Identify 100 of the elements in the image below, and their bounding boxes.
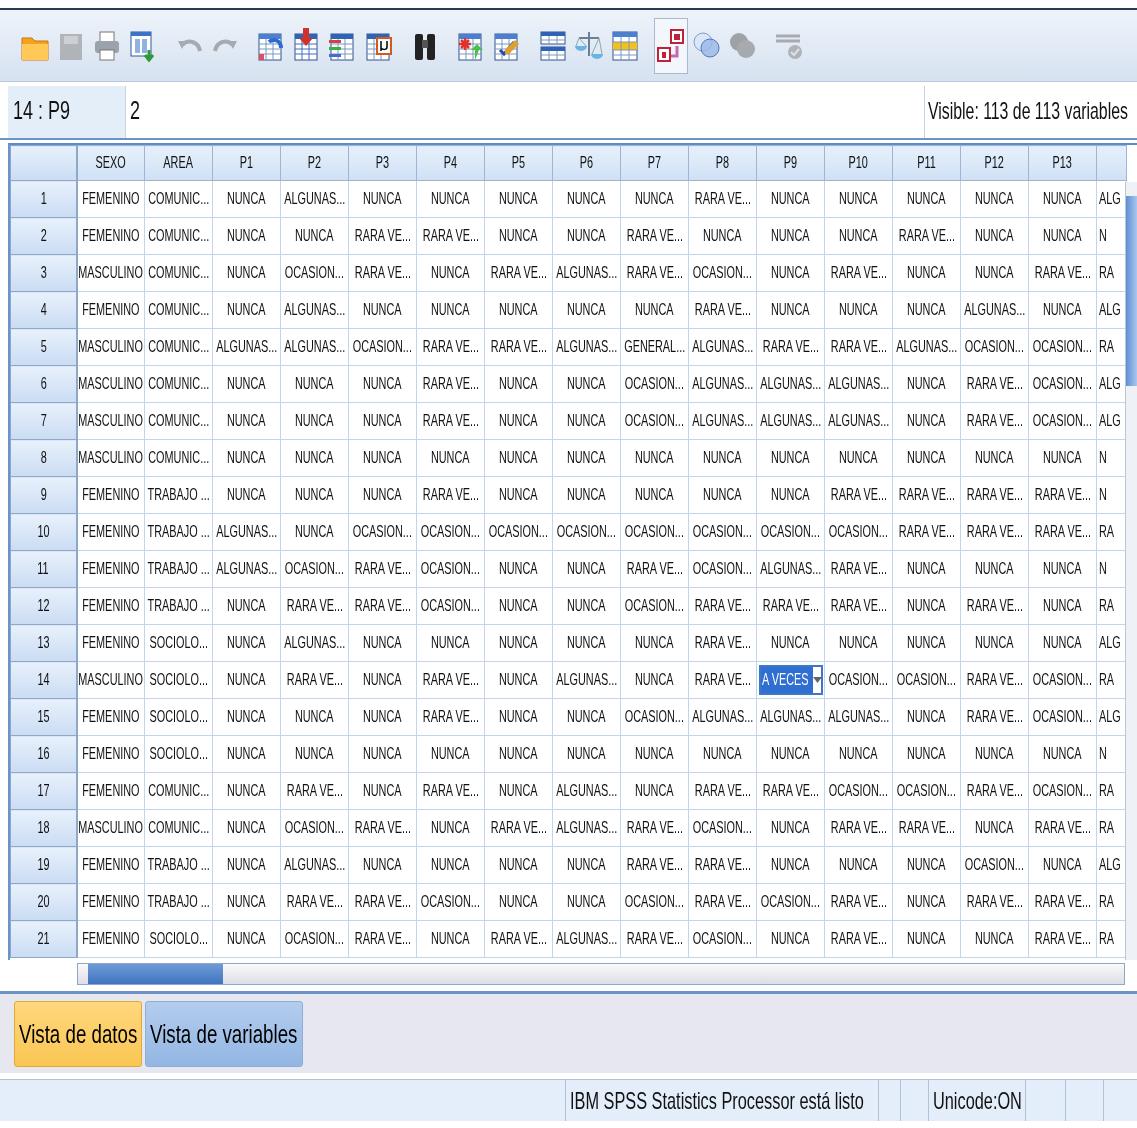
table-cell[interactable]: OCASION... bbox=[280, 254, 349, 292]
table-cell[interactable]: FEMENINO bbox=[76, 291, 145, 329]
table-cell[interactable]: NUNCA bbox=[688, 735, 757, 773]
cell-dropdown-editor[interactable]: A VECES bbox=[758, 665, 823, 695]
table-cell[interactable]: ALGUNAS... bbox=[688, 328, 757, 366]
table-cell[interactable]: NUNCA bbox=[484, 550, 553, 588]
table-cell[interactable]: FEMENINO bbox=[76, 735, 145, 773]
table-cell[interactable]: NUNCA bbox=[960, 920, 1029, 958]
table-cell[interactable]: RARA VE... bbox=[348, 254, 417, 292]
table-cell[interactable]: RARA VE... bbox=[960, 698, 1029, 736]
column-header[interactable]: P12 bbox=[960, 145, 1029, 181]
column-header[interactable]: P1 bbox=[212, 145, 281, 181]
table-cell[interactable]: NUNCA bbox=[1028, 217, 1097, 255]
table-cell[interactable]: ALGUNAS... bbox=[552, 809, 621, 847]
table-cell[interactable]: OCASION... bbox=[620, 402, 689, 440]
table-cell[interactable]: OCASION... bbox=[960, 328, 1029, 366]
table-cell[interactable]: NUNCA bbox=[824, 291, 893, 329]
table-cell[interactable]: RARA VE... bbox=[484, 254, 553, 292]
table-cell[interactable]: RARA VE... bbox=[280, 587, 349, 625]
table-cell[interactable]: COMUNIC... bbox=[144, 809, 213, 847]
table-cell[interactable]: RARA VE... bbox=[960, 402, 1029, 440]
view-tab[interactable]: Vista de datos bbox=[14, 1001, 143, 1067]
table-cell[interactable]: OCASION... bbox=[824, 772, 893, 810]
table-cell[interactable]: RARA VE... bbox=[416, 365, 485, 403]
table-cell[interactable]: SOCIOLO... bbox=[144, 920, 213, 958]
table-cell[interactable]: NUNCA bbox=[892, 883, 961, 921]
table-cell[interactable]: OCASION... bbox=[416, 550, 485, 588]
table-cell[interactable]: NUNCA bbox=[552, 291, 621, 329]
table-cell[interactable]: ALGUNAS... bbox=[280, 291, 349, 329]
table-cell[interactable]: NUNCA bbox=[212, 698, 281, 736]
view-tab[interactable]: Vista de variables bbox=[145, 1001, 303, 1067]
table-cell[interactable]: NUNCA bbox=[484, 587, 553, 625]
table-cell[interactable]: MASCULINO bbox=[76, 809, 145, 847]
table-cell[interactable]: ALGUNAS... bbox=[688, 365, 757, 403]
table-cell[interactable]: RARA VE... bbox=[416, 402, 485, 440]
table-cell[interactable]: OCASION... bbox=[960, 846, 1029, 884]
table-cell[interactable]: NUNCA bbox=[824, 735, 893, 773]
table-cell[interactable]: NUNCA bbox=[892, 698, 961, 736]
table-cell[interactable]: RARA VE... bbox=[348, 587, 417, 625]
table-cell[interactable]: NUNCA bbox=[416, 439, 485, 477]
table-cell[interactable]: NUNCA bbox=[960, 439, 1029, 477]
row-header[interactable]: 12 bbox=[10, 587, 77, 625]
table-cell[interactable]: NUNCA bbox=[756, 439, 825, 477]
table-cell[interactable]: NUNCA bbox=[484, 735, 553, 773]
table-cell[interactable]: NUNCA bbox=[348, 772, 417, 810]
table-cell[interactable]: NUNCA bbox=[280, 402, 349, 440]
table-cell[interactable]: RARA VE... bbox=[620, 254, 689, 292]
table-cell[interactable]: COMUNIC... bbox=[144, 180, 213, 218]
table-cell[interactable]: NUNCA bbox=[756, 291, 825, 329]
table-cell[interactable]: NUNCA bbox=[552, 624, 621, 662]
table-cell[interactable]: RARA VE... bbox=[688, 587, 757, 625]
table-cell[interactable]: OCASION... bbox=[484, 513, 553, 551]
table-cell[interactable]: OCASION... bbox=[416, 587, 485, 625]
table-cell[interactable]: NUNCA bbox=[416, 180, 485, 218]
table-cell[interactable]: ALGUNAS... bbox=[212, 513, 281, 551]
column-header[interactable]: P2 bbox=[280, 145, 349, 181]
table-cell[interactable]: NUNCA bbox=[212, 772, 281, 810]
table-cell[interactable]: NUNCA bbox=[620, 291, 689, 329]
table-cell[interactable]: OCASION... bbox=[620, 698, 689, 736]
table-cell[interactable]: ALGUNAS... bbox=[756, 550, 825, 588]
table-cell[interactable]: NUNCA bbox=[552, 698, 621, 736]
table-cell[interactable]: RARA VE... bbox=[892, 217, 961, 255]
table-cell[interactable]: ALGUNAS... bbox=[280, 328, 349, 366]
table-cell[interactable]: OCASION... bbox=[1028, 698, 1097, 736]
table-cell[interactable]: NUNCA bbox=[756, 180, 825, 218]
table-cell[interactable]: NUNCA bbox=[688, 476, 757, 514]
table-cell[interactable]: NUNCA bbox=[756, 846, 825, 884]
table-cell[interactable]: NUNCA bbox=[960, 550, 1029, 588]
table-cell[interactable]: NUNCA bbox=[416, 846, 485, 884]
table-cell[interactable]: NUNCA bbox=[960, 735, 1029, 773]
scrollbar-thumb[interactable] bbox=[88, 964, 223, 984]
table-cell[interactable]: NUNCA bbox=[212, 846, 281, 884]
table-cell[interactable]: NUNCA bbox=[756, 476, 825, 514]
table-cell[interactable]: NUNCA bbox=[960, 624, 1029, 662]
table-cell[interactable]: RARA VE... bbox=[416, 217, 485, 255]
row-header[interactable]: 3 bbox=[10, 254, 77, 292]
column-header[interactable]: P8 bbox=[688, 145, 757, 181]
table-cell[interactable]: NUNCA bbox=[552, 476, 621, 514]
table-cell[interactable]: OCASION... bbox=[348, 328, 417, 366]
table-cell[interactable]: NUNCA bbox=[620, 439, 689, 477]
table-cell[interactable]: OCASION... bbox=[824, 661, 893, 699]
row-header[interactable]: 10 bbox=[10, 513, 77, 551]
table-cell[interactable]: COMUNIC... bbox=[144, 254, 213, 292]
table-cell[interactable]: RARA VE... bbox=[484, 328, 553, 366]
table-cell[interactable]: RARA VE... bbox=[484, 809, 553, 847]
table-cell[interactable]: NUNCA bbox=[280, 513, 349, 551]
table-cell[interactable]: NUNCA bbox=[484, 624, 553, 662]
table-cell[interactable]: RARA VE... bbox=[960, 587, 1029, 625]
table-cell[interactable]: RARA VE... bbox=[348, 809, 417, 847]
table-cell[interactable]: OCASION... bbox=[620, 365, 689, 403]
table-cell[interactable]: NUNCA bbox=[620, 735, 689, 773]
table-cell[interactable]: NUNCA bbox=[756, 735, 825, 773]
table-cell[interactable]: ALGUNAS... bbox=[280, 846, 349, 884]
row-header[interactable]: 6 bbox=[10, 365, 77, 403]
table-cell[interactable]: OCASION... bbox=[280, 809, 349, 847]
table-cell[interactable]: NUNCA bbox=[892, 254, 961, 292]
table-cell[interactable]: ALGUNAS... bbox=[824, 365, 893, 403]
table-cell[interactable]: NUNCA bbox=[484, 883, 553, 921]
table-cell[interactable]: NUNCA bbox=[552, 439, 621, 477]
table-cell[interactable]: SOCIOLO... bbox=[144, 624, 213, 662]
